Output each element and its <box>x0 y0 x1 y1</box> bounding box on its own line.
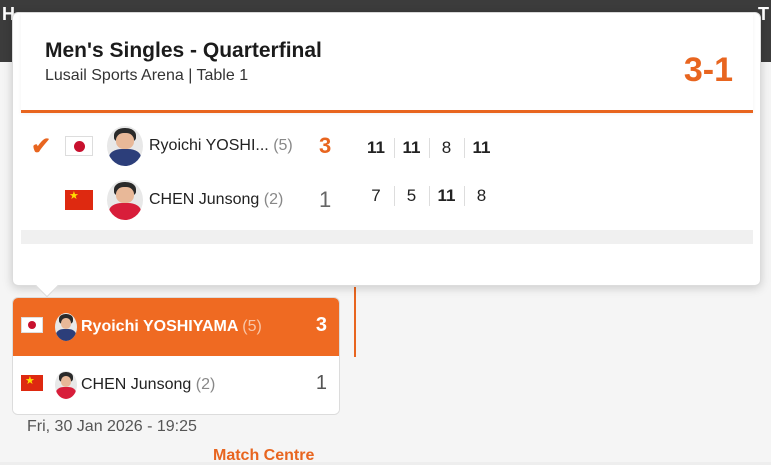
player-name: Ryoichi YOSHI... (5) <box>149 137 293 154</box>
match-card-row-winner[interactable]: Ryoichi YOSHIYAMA (5) 3 <box>13 298 339 356</box>
game-score: 11 <box>367 138 385 157</box>
japan-flag-icon <box>21 317 43 333</box>
event-venue: Lusail Sports Arena | Table 1 <box>45 67 249 84</box>
bracket-connector <box>354 287 356 357</box>
match-card[interactable]: Ryoichi YOSHIYAMA (5) 3 ★ CHEN Junsong (… <box>12 297 340 415</box>
player-avatar <box>107 180 143 220</box>
scoreboard: ✔ Ryoichi YOSHI... (5) 3 11 11 8 11 ★ CH… <box>21 116 753 244</box>
player-name: CHEN Junsong (2) <box>149 191 284 208</box>
match-card-row-loser[interactable]: ★ CHEN Junsong (2) 1 <box>13 356 339 414</box>
match-datetime: Fri, 30 Jan 2026 - 19:25 <box>27 418 197 435</box>
game-score: 11 <box>394 138 428 158</box>
game-score: 8 <box>464 186 498 206</box>
match-score: 3-1 <box>683 51 733 89</box>
player-avatar <box>55 313 77 341</box>
game-score: 11 <box>429 186 463 206</box>
event-title: Men's Singles - Quarterfinal <box>45 39 322 62</box>
player-sets-won: 1 <box>319 187 332 212</box>
player-score: 1 <box>315 372 327 394</box>
match-detail-popover: Men's Singles - Quarterfinal Lusail Spor… <box>12 12 761 298</box>
winner-check-icon: ✔ <box>31 133 52 160</box>
china-flag-icon: ★ <box>65 190 93 210</box>
game-score: 5 <box>394 186 428 206</box>
player-seed: (5) <box>242 318 262 335</box>
match-centre-link[interactable]: Match Centre <box>213 447 314 465</box>
player-avatar <box>107 126 143 166</box>
scoreboard-row-winner: ✔ Ryoichi YOSHI... (5) 3 11 11 8 11 <box>21 120 753 172</box>
game-score: 8 <box>429 138 463 158</box>
player-score: 3 <box>315 314 327 336</box>
player-seed: (5) <box>273 137 293 154</box>
player-seed: (2) <box>195 376 216 393</box>
game-score: 7 <box>371 186 381 205</box>
player-seed: (2) <box>263 191 284 208</box>
player-sets-won: 3 <box>319 133 332 158</box>
player-name: Ryoichi YOSHIYAMA (5) <box>81 318 262 335</box>
player-avatar <box>55 371 77 399</box>
china-flag-icon: ★ <box>21 375 43 391</box>
player-name: CHEN Junsong (2) <box>81 376 216 393</box>
popover-header: Men's Singles - Quarterfinal Lusail Spor… <box>21 13 753 113</box>
scoreboard-row-loser: ★ CHEN Junsong (2) 1 7 5 11 8 <box>21 174 753 226</box>
game-score: 11 <box>464 138 498 158</box>
japan-flag-icon <box>65 136 93 156</box>
